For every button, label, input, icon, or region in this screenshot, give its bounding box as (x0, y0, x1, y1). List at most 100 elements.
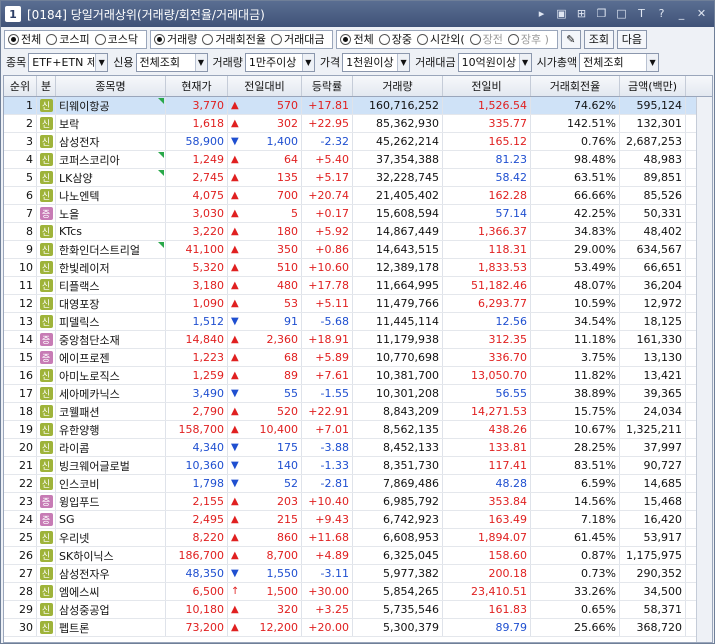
copy-icon[interactable]: ❐ (593, 5, 610, 22)
table-row[interactable]: 2 신 보락 1,618 ▲ 302 +22.95 85,362,930 335.77 142.5… (4, 115, 712, 133)
help-icon[interactable]: ? (653, 5, 670, 22)
price-select[interactable]: 1천원이상 ▼ (342, 52, 411, 72)
table-row[interactable]: 18 신 코웰패션 2,790 ▲ 520 +22.91 8,843,209 14,271.53… (4, 403, 712, 421)
stock-name-cell[interactable]: KTcs (56, 223, 166, 240)
dropdown-icon[interactable]: ▸ (533, 5, 550, 22)
header-price[interactable]: 현재가 (166, 76, 228, 96)
stock-name-cell[interactable]: 삼성전자우 (56, 565, 166, 582)
stock-name-cell[interactable]: 티플랙스 (56, 277, 166, 294)
query-button[interactable]: 조회 (583, 29, 614, 49)
stock-name-cell[interactable]: 보락 (56, 115, 166, 132)
table-row[interactable]: 6 신 나노엔텍 4,075 ▲ 700 +20.74 21,405,402 162.28 66.… (4, 187, 712, 205)
table-row[interactable]: 4 신 코퍼스코리아 1,249 ▲ 64 +5.40 37,354,388 81.23 98.4… (4, 151, 712, 169)
sort-radio-turnover[interactable]: 거래회전율 (202, 31, 266, 47)
session-radio-all[interactable]: 전체 (340, 31, 374, 47)
stock-name-cell[interactable]: 우리넷 (56, 529, 166, 546)
header-prev-ratio[interactable]: 전일비 (443, 76, 531, 96)
table-row[interactable]: 16 신 아미노로직스 1,259 ▲ 89 +7.61 10,381,700 13,050.7… (4, 367, 712, 385)
credit-select[interactable]: 전체조회 ▼ (135, 52, 208, 72)
header-amount[interactable]: 금액(백만) (620, 76, 686, 96)
stock-name-cell[interactable]: 코퍼스코리아 (56, 151, 166, 168)
settings-icon[interactable]: ✎ (560, 29, 581, 49)
table-row[interactable]: 1 신 티웨이항공 3,770 ▲ 570 +17.81 160,716,252 1,526.5… (4, 97, 712, 115)
table-row[interactable]: 22 신 인스코비 1,798 ▼ 52 -2.81 7,869,486 48.28 6.59% 1… (4, 475, 712, 493)
stock-name-cell[interactable]: 노을 (56, 205, 166, 222)
stock-name-cell[interactable]: 빙크웨어글로벌 (56, 457, 166, 474)
header-type[interactable]: 분 (37, 76, 56, 96)
market-radio-all[interactable]: 전체 (8, 31, 41, 47)
stock-name-cell[interactable]: 대영포장 (56, 295, 166, 312)
stock-name-cell[interactable]: 한화인더스트리얼 (56, 241, 166, 258)
stock-name-cell[interactable]: SK하이닉스 (56, 547, 166, 564)
cap-select[interactable]: 전체조회 ▼ (579, 52, 660, 72)
stock-name-cell[interactable]: 펩트론 (56, 619, 166, 636)
stock-name-cell[interactable]: 티웨이항공 (56, 97, 166, 114)
text-icon[interactable]: T (633, 5, 650, 22)
session-radio-post[interactable]: 장후 ) (507, 31, 549, 47)
volume-select[interactable]: 1만주이상 ▼ (244, 52, 315, 72)
sort-radio-volume[interactable]: 거래량 (154, 31, 197, 47)
table-row[interactable]: 25 신 우리넷 8,220 ▲ 860 +11.68 6,608,953 1,894.07 61… (4, 529, 712, 547)
table-row[interactable]: 23 증 윙입푸드 2,155 ▲ 203 +10.40 6,985,792 353.84 14.… (4, 493, 712, 511)
amount-select[interactable]: 10억원이상 ▼ (457, 52, 532, 72)
header-name[interactable]: 종목명 (56, 76, 166, 96)
header-rank[interactable]: 순위 (4, 76, 37, 96)
sort-radio-amount[interactable]: 거래대금 (270, 31, 324, 47)
table-row[interactable]: 15 증 에이프로젠 1,223 ▲ 68 +5.89 10,770,698 336.70 3.7… (4, 349, 712, 367)
table-row[interactable]: 12 신 대영포장 1,090 ▲ 53 +5.11 11,479,766 6,293.77 10… (4, 295, 712, 313)
table-row[interactable]: 27 신 삼성전자우 48,350 ▼ 1,550 -3.11 5,977,382 200.18… (4, 565, 712, 583)
stock-name-cell[interactable]: 삼성중공업 (56, 601, 166, 618)
stock-name-cell[interactable]: LK삼양 (56, 169, 166, 186)
table-row[interactable]: 11 신 티플랙스 3,180 ▲ 480 +17.78 11,664,995 51,182.4… (4, 277, 712, 295)
table-row[interactable]: 14 증 중앙첨단소재 14,840 ▲ 2,360 +18.91 11,179,938 312… (4, 331, 712, 349)
stock-name-cell[interactable]: 삼성전자 (56, 133, 166, 150)
table-row[interactable]: 13 신 피델릭스 1,512 ▼ 91 -5.68 11,445,114 12.56 34.54… (4, 313, 712, 331)
table-row[interactable]: 28 신 엠에스씨 6,500 ↑ 1,500 +30.00 5,854,265 23,410.… (4, 583, 712, 601)
stock-name-cell[interactable]: 나노엔텍 (56, 187, 166, 204)
stock-name-cell[interactable]: 세아메카닉스 (56, 385, 166, 402)
minimize-icon[interactable]: _ (673, 5, 690, 22)
stock-name-cell[interactable]: 엠에스씨 (56, 583, 166, 600)
table-row[interactable]: 10 신 한빛레이저 5,320 ▲ 510 +10.60 12,389,178 1,833.5… (4, 259, 712, 277)
next-button[interactable]: 다음 (616, 29, 647, 49)
stock-name-cell[interactable]: SG (56, 511, 166, 528)
stock-name-cell[interactable]: 인스코비 (56, 475, 166, 492)
table-row[interactable]: 21 신 빙크웨어글로벌 10,360 ▼ 140 -1.33 8,351,730 117.41… (4, 457, 712, 475)
stock-name-cell[interactable]: 피델릭스 (56, 313, 166, 330)
stock-name-cell[interactable]: 코웰패션 (56, 403, 166, 420)
stock-name-cell[interactable]: 라이콤 (56, 439, 166, 456)
market-radio-kosdaq[interactable]: 코스닥 (94, 31, 138, 47)
table-row[interactable]: 17 신 세아메카닉스 3,490 ▼ 55 -1.55 10,301,208 56.55 38.… (4, 385, 712, 403)
m-icon[interactable]: ▣ (553, 5, 570, 22)
stock-name-cell[interactable]: 중앙첨단소재 (56, 331, 166, 348)
window-icon[interactable]: □ (613, 5, 630, 22)
stock-name-cell[interactable]: 에이프로젠 (56, 349, 166, 366)
session-radio-pre[interactable]: 장전 (469, 31, 503, 47)
stock-name-cell[interactable]: 윙입푸드 (56, 493, 166, 510)
stock-name-cell[interactable]: 한빛레이저 (56, 259, 166, 276)
table-row[interactable]: 3 신 삼성전자 58,900 ▼ 1,400 -2.32 45,262,214 165.12 0… (4, 133, 712, 151)
table-row[interactable]: 5 신 LK삼양 2,745 ▲ 135 +5.17 32,228,745 58.42 63.51… (4, 169, 712, 187)
table-row[interactable]: 26 신 SK하이닉스 186,700 ▲ 8,700 +4.89 6,325,045 158.… (4, 547, 712, 565)
table-row[interactable]: 24 증 SG 2,495 ▲ 215 +9.43 6,742,923 163.49 7.18% 1… (4, 511, 712, 529)
table-row[interactable]: 20 신 라이콤 4,340 ▼ 175 -3.88 8,452,133 133.81 28.25… (4, 439, 712, 457)
header-change[interactable]: 전일대비 (228, 76, 302, 96)
session-radio-after[interactable]: 시간외( (416, 31, 465, 47)
close-icon[interactable]: ✕ (693, 5, 710, 22)
market-radio-kospi[interactable]: 코스피 (46, 31, 90, 47)
table-row[interactable]: 7 증 노을 3,030 ▲ 5 +0.17 15,608,594 57.14 42.25% 50,… (4, 205, 712, 223)
table-row[interactable]: 19 신 유한양행 158,700 ▲ 10,400 +7.01 8,562,135 438.2… (4, 421, 712, 439)
table-row[interactable]: 8 신 KTcs 3,220 ▲ 180 +5.92 14,867,449 1,366.37 34… (4, 223, 712, 241)
stock-name-cell[interactable]: 아미노로직스 (56, 367, 166, 384)
header-turnover[interactable]: 거래회전율 (531, 76, 620, 96)
table-row[interactable]: 30 신 펩트론 73,200 ▲ 12,200 +20.00 5,300,379 89.79 2… (4, 619, 712, 637)
header-rate[interactable]: 등락률 (302, 76, 353, 96)
item-select[interactable]: ETF+ETN 제 ▼ (28, 52, 109, 72)
vertical-scrollbar[interactable] (696, 97, 712, 642)
table-row[interactable]: 29 신 삼성중공업 10,180 ▲ 320 +3.25 5,735,546 161.83 0.… (4, 601, 712, 619)
stock-name-cell[interactable]: 유한양행 (56, 421, 166, 438)
layout-icon[interactable]: ⊞ (573, 5, 590, 22)
table-row[interactable]: 9 신 한화인더스트리얼 41,100 ▲ 350 +0.86 14,643,515 118.3… (4, 241, 712, 259)
session-radio-regular[interactable]: 장중 (378, 31, 412, 47)
header-volume[interactable]: 거래량 (353, 76, 443, 96)
